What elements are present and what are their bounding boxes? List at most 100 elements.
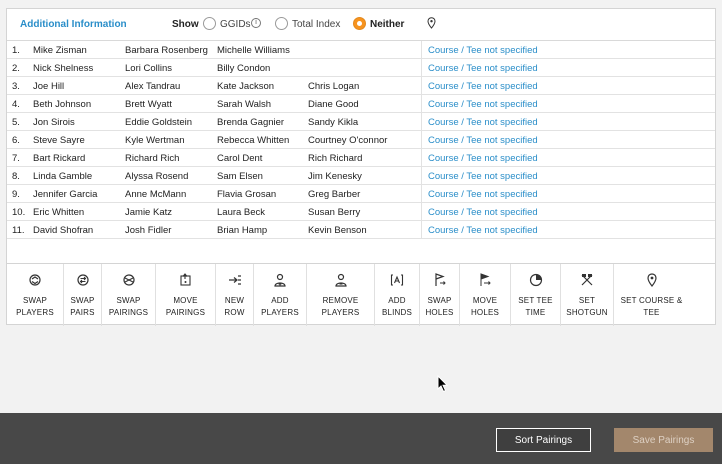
player-name[interactable]: Laura Beck bbox=[217, 207, 265, 218]
course-tee-link[interactable]: Course / Tee not specified bbox=[428, 189, 538, 200]
pairing-row[interactable]: 5. Jon Sirois Eddie Goldstein Brenda Gagnie… bbox=[7, 113, 715, 131]
swap-players-icon bbox=[29, 274, 41, 286]
player-name[interactable]: Michelle Williams bbox=[217, 45, 290, 56]
ggids-radio[interactable] bbox=[203, 17, 216, 30]
player-name[interactable]: David Shofran bbox=[33, 225, 93, 236]
player-name[interactable]: Mike Zisman bbox=[33, 45, 87, 56]
player-name[interactable]: Bart Rickard bbox=[33, 153, 85, 164]
save-pairings-button[interactable]: Save Pairings bbox=[614, 428, 713, 452]
player-name[interactable]: Susan Berry bbox=[308, 207, 360, 218]
player-name[interactable]: Rich Richard bbox=[308, 153, 362, 164]
shotgun-button[interactable]: SET SHOTGUN bbox=[561, 264, 614, 326]
player-name[interactable]: Lori Collins bbox=[125, 63, 172, 74]
course-tee-link[interactable]: Course / Tee not specified bbox=[428, 63, 538, 74]
player-name[interactable]: Beth Johnson bbox=[33, 99, 91, 110]
player-name[interactable]: Linda Gamble bbox=[33, 171, 92, 182]
pairing-row[interactable]: 7. Bart Rickard Richard Rich Carol Dent Rich… bbox=[7, 149, 715, 167]
move-pairings-button[interactable]: MOVE PAIRINGS bbox=[156, 264, 216, 326]
swap-pairs-button[interactable]: SWAP PAIRS bbox=[64, 264, 102, 326]
pairing-row[interactable]: 8. Linda Gamble Alyssa Rosend Sam Elsen Jim … bbox=[7, 167, 715, 185]
player-name[interactable]: Richard Rich bbox=[125, 153, 179, 164]
player-name[interactable]: Jamie Katz bbox=[125, 207, 172, 218]
toolbar-button-label: REMOVE PLAYERS bbox=[321, 296, 360, 317]
swap-holes-button[interactable]: SWAP HOLES bbox=[420, 264, 460, 326]
sort-pairings-button[interactable]: Sort Pairings bbox=[496, 428, 591, 452]
total-index-radio[interactable] bbox=[275, 17, 288, 30]
add-players-icon bbox=[274, 273, 286, 287]
player-name[interactable]: Eddie Goldstein bbox=[125, 117, 192, 128]
add-blinds-icon bbox=[390, 274, 404, 286]
total-index-label[interactable]: Total Index bbox=[292, 19, 340, 30]
pairing-row[interactable]: 2. Nick Shelness Lori Collins Billy Condon C… bbox=[7, 59, 715, 77]
course-tee-link[interactable]: Course / Tee not specified bbox=[428, 99, 538, 110]
pairing-row[interactable]: 9. Jennifer Garcia Anne McMann Flavia Grosa… bbox=[7, 185, 715, 203]
player-name[interactable]: Greg Barber bbox=[308, 189, 360, 200]
location-pin-button[interactable]: SET COURSE & TEE bbox=[614, 264, 689, 326]
remove-players-button[interactable]: REMOVE PLAYERS bbox=[307, 264, 375, 326]
player-name[interactable]: Chris Logan bbox=[308, 81, 359, 92]
course-tee-link[interactable]: Course / Tee not specified bbox=[428, 81, 538, 92]
pairing-row[interactable]: 3. Joe Hill Alex Tandrau Kate Jackson Chris … bbox=[7, 77, 715, 95]
row-number: 11. bbox=[12, 225, 25, 236]
player-name[interactable]: Kevin Benson bbox=[308, 225, 367, 236]
player-name[interactable]: Brenda Gagnier bbox=[217, 117, 284, 128]
course-tee-link[interactable]: Course / Tee not specified bbox=[428, 207, 538, 218]
player-name[interactable]: Joe Hill bbox=[33, 81, 64, 92]
pairing-row[interactable]: 1. Mike Zisman Barbara Rosenberg Michelle W… bbox=[7, 41, 715, 59]
player-name[interactable]: Sam Elsen bbox=[217, 171, 263, 182]
player-name[interactable]: Jim Kenesky bbox=[308, 171, 362, 182]
player-name[interactable]: Kate Jackson bbox=[217, 81, 274, 92]
player-name[interactable]: Anne McMann bbox=[125, 189, 186, 200]
player-name[interactable]: Diane Good bbox=[308, 99, 359, 110]
ggids-label[interactable]: GGIDs bbox=[220, 19, 251, 30]
player-name[interactable]: Brian Hamp bbox=[217, 225, 267, 236]
course-tee-link[interactable]: Course / Tee not specified bbox=[428, 117, 538, 128]
player-name[interactable]: Josh Fidler bbox=[125, 225, 171, 236]
move-pairings-icon bbox=[179, 273, 191, 286]
player-name[interactable]: Brett Wyatt bbox=[125, 99, 172, 110]
pairing-row[interactable]: 10. Eric Whitten Jamie Katz Laura Beck Susan… bbox=[7, 203, 715, 221]
additional-info-bar: Additional Information Show GGIDs i Tota… bbox=[7, 9, 715, 41]
player-name[interactable]: Courtney O'connor bbox=[308, 135, 387, 146]
player-name[interactable]: Nick Shelness bbox=[33, 63, 93, 74]
player-name[interactable]: Billy Condon bbox=[217, 63, 270, 74]
course-tee-link[interactable]: Course / Tee not specified bbox=[428, 153, 538, 164]
player-name[interactable]: Kyle Wertman bbox=[125, 135, 184, 146]
pairing-row[interactable]: 6. Steve Sayre Kyle Wertman Rebecca Whitten… bbox=[7, 131, 715, 149]
player-name[interactable]: Sandy Kikla bbox=[308, 117, 358, 128]
tee-time-button[interactable]: SET TEE TIME bbox=[511, 264, 561, 326]
swap-pairs-icon bbox=[76, 274, 89, 286]
course-tee-link[interactable]: Course / Tee not specified bbox=[428, 45, 538, 56]
player-name[interactable]: Jennifer Garcia bbox=[33, 189, 97, 200]
row-number: 9. bbox=[12, 189, 20, 200]
swap-pairings-button[interactable]: SWAP PAIRINGS bbox=[102, 264, 156, 326]
move-holes-button[interactable]: MOVE HOLES bbox=[460, 264, 511, 326]
add-blinds-button[interactable]: ADD BLINDS bbox=[375, 264, 420, 326]
info-icon[interactable]: i bbox=[251, 18, 261, 28]
footer-bar: Sort Pairings Save Pairings bbox=[0, 413, 722, 464]
player-name[interactable]: Alex Tandrau bbox=[125, 81, 180, 92]
toolbar-button-label: MOVE HOLES bbox=[470, 296, 500, 317]
course-tee-link[interactable]: Course / Tee not specified bbox=[428, 225, 538, 236]
pairing-row[interactable]: 4. Beth Johnson Brett Wyatt Sarah Walsh Dian… bbox=[7, 95, 715, 113]
add-players-button[interactable]: ADD PLAYERS bbox=[254, 264, 307, 326]
player-name[interactable]: Flavia Grosan bbox=[217, 189, 276, 200]
player-name[interactable]: Rebecca Whitten bbox=[217, 135, 289, 146]
player-name[interactable]: Carol Dent bbox=[217, 153, 262, 164]
neither-label[interactable]: Neither bbox=[370, 19, 404, 30]
swap-players-button[interactable]: SWAP PLAYERS bbox=[7, 264, 64, 326]
player-name[interactable]: Barbara Rosenberg bbox=[125, 45, 208, 56]
player-name[interactable]: Sarah Walsh bbox=[217, 99, 271, 110]
player-name[interactable]: Eric Whitten bbox=[33, 207, 84, 218]
course-tee-link[interactable]: Course / Tee not specified bbox=[428, 171, 538, 182]
location-pin-icon[interactable] bbox=[427, 17, 436, 29]
player-name[interactable]: Jon Sirois bbox=[33, 117, 75, 128]
neither-radio[interactable] bbox=[353, 17, 366, 30]
pairing-toolbar: SWAP PLAYERS SWAP PAIRS SWAP PAIRINGS MOVE … bbox=[7, 263, 715, 326]
player-name[interactable]: Steve Sayre bbox=[33, 135, 85, 146]
row-number: 4. bbox=[12, 99, 20, 110]
new-row-button[interactable]: NEW ROW bbox=[216, 264, 254, 326]
pairing-row[interactable]: 11. David Shofran Josh Fidler Brian Hamp Kev… bbox=[7, 221, 715, 239]
course-tee-link[interactable]: Course / Tee not specified bbox=[428, 135, 538, 146]
player-name[interactable]: Alyssa Rosend bbox=[125, 171, 188, 182]
